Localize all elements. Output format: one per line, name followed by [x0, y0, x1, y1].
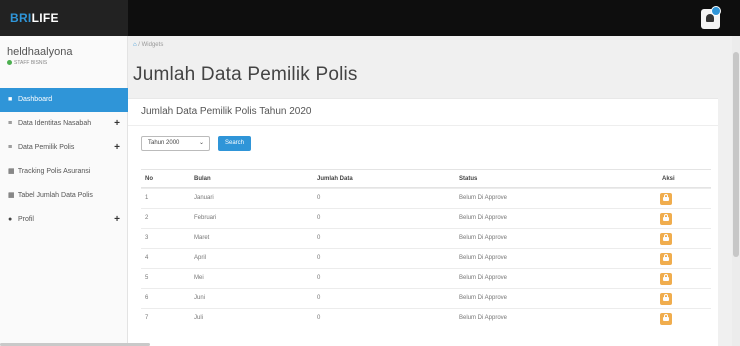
- approve-lock-button[interactable]: [660, 313, 672, 325]
- cell-status: Belum Di Approve: [459, 255, 508, 261]
- header-bulan: Bulan: [194, 176, 211, 182]
- sidebar-item-label: Dashboard: [17, 96, 53, 103]
- brand-logo[interactable]: BRILIFE: [10, 11, 59, 25]
- search-button[interactable]: Search: [218, 136, 251, 151]
- sidebar-item-label: Profil: [17, 216, 34, 223]
- home-icon[interactable]: ⌂: [133, 42, 137, 48]
- approve-lock-button[interactable]: [660, 233, 672, 245]
- sidebar-item-label: Tracking Polis Asuransi: [17, 168, 91, 175]
- cell-status: Belum Di Approve: [459, 215, 508, 221]
- table-row: 7 Juli 0 Belum Di Approve: [141, 308, 711, 328]
- cell-no: 5: [145, 275, 149, 281]
- cell-bulan: Juli: [194, 315, 204, 321]
- sidebar-item-data-identitas-nasabah[interactable]: ≡ Data Identitas Nasabah +: [0, 112, 128, 136]
- cell-bulan: April: [194, 255, 207, 261]
- table-row: 3 Maret 0 Belum Di Approve: [141, 228, 711, 248]
- lock-icon: [663, 194, 669, 201]
- dashboard-icon: ■: [8, 96, 13, 103]
- sidebar-item-profil[interactable]: ● Profil +: [0, 208, 128, 232]
- cell-status: Belum Di Approve: [459, 275, 508, 281]
- top-navbar: BRILIFE: [0, 0, 740, 36]
- cell-no: 7: [145, 315, 149, 321]
- user-role: STAFF BISNIS: [7, 60, 47, 66]
- calendar-icon: ▦: [8, 168, 15, 175]
- sidebar-item-label: Tabel Jumlah Data Polis: [17, 192, 93, 199]
- chevron-down-icon: ⌄: [198, 140, 204, 146]
- table-header-row: No Bulan Jumlah Data Status Aksi: [141, 169, 711, 188]
- cell-bulan: Mei: [194, 275, 204, 281]
- header-aksi: Aksi: [662, 176, 675, 182]
- cell-bulan: Maret: [194, 235, 210, 241]
- user-role-label: STAFF BISNIS: [14, 60, 48, 66]
- approve-lock-button[interactable]: [660, 193, 672, 205]
- cell-jumlah: 0: [317, 275, 321, 281]
- approve-lock-button[interactable]: [660, 293, 672, 305]
- table-row: 2 Februari 0 Belum Di Approve: [141, 208, 711, 228]
- cell-jumlah: 0: [317, 195, 321, 201]
- cell-jumlah: 0: [317, 255, 321, 261]
- user-name: heldhaalyona: [7, 46, 73, 58]
- list-icon: ≡: [8, 120, 13, 127]
- lock-icon: [663, 294, 669, 301]
- breadcrumb: ⌂ / Widgets: [133, 42, 164, 48]
- lock-icon: [663, 274, 669, 281]
- panel-divider: [128, 125, 718, 126]
- table-row: 5 Mei 0 Belum Di Approve: [141, 268, 711, 288]
- sidebar-item-label: Data Pemilik Polis: [17, 144, 75, 151]
- expand-plus-icon[interactable]: +: [114, 112, 120, 136]
- sidebar-item-tabel-jumlah[interactable]: ▦ Tabel Jumlah Data Polis: [0, 184, 128, 208]
- sidebar-item-label: Data Identitas Nasabah: [17, 120, 92, 127]
- vertical-scrollbar-thumb[interactable]: [733, 52, 739, 257]
- brand-prefix: BRI: [10, 11, 32, 25]
- cell-no: 3: [145, 235, 149, 241]
- cell-bulan: Januari: [194, 195, 214, 201]
- online-status-icon: [7, 60, 12, 66]
- approve-lock-button[interactable]: [660, 213, 672, 225]
- lock-icon: [663, 254, 669, 261]
- lock-icon: [663, 214, 669, 221]
- lock-icon: [663, 314, 669, 321]
- cell-jumlah: 0: [317, 215, 321, 221]
- year-select[interactable]: Tahun 2000 ⌄: [141, 136, 210, 151]
- user-icon: ●: [8, 216, 13, 223]
- header-no: No: [145, 176, 153, 182]
- cell-no: 1: [145, 195, 149, 201]
- cell-no: 2: [145, 215, 149, 221]
- cell-bulan: Juni: [194, 295, 206, 301]
- notification-dot: [711, 6, 721, 16]
- list-icon: ≡: [8, 144, 13, 151]
- cell-status: Belum Di Approve: [459, 315, 508, 321]
- calendar-icon: ▦: [8, 192, 15, 199]
- year-select-value: Tahun 2000: [148, 140, 180, 146]
- panel-title: Jumlah Data Pemilik Polis Tahun 2020: [141, 106, 312, 117]
- cell-jumlah: 0: [317, 315, 321, 321]
- expand-plus-icon[interactable]: +: [114, 136, 120, 160]
- cell-jumlah: 0: [317, 235, 321, 241]
- sidebar-item-data-pemilik-polis[interactable]: ≡ Data Pemilik Polis +: [0, 136, 128, 160]
- header-jumlah-data: Jumlah Data: [317, 176, 353, 182]
- cell-status: Belum Di Approve: [459, 195, 508, 201]
- cell-no: 6: [145, 295, 149, 301]
- approve-lock-button[interactable]: [660, 253, 672, 265]
- approve-lock-button[interactable]: [660, 273, 672, 285]
- table-row: 1 Januari 0 Belum Di Approve: [141, 188, 711, 208]
- table-row: 4 April 0 Belum Di Approve: [141, 248, 711, 268]
- brand-suffix: LIFE: [31, 11, 59, 25]
- table-row: 6 Juni 0 Belum Di Approve: [141, 288, 711, 308]
- sidebar-item-dashboard[interactable]: ■ Dashboard: [0, 88, 128, 112]
- cell-status: Belum Di Approve: [459, 295, 508, 301]
- breadcrumb-current: Widgets: [141, 42, 164, 48]
- cell-bulan: Februari: [194, 215, 217, 221]
- lock-icon: [663, 234, 669, 241]
- header-status: Status: [459, 176, 478, 182]
- cell-jumlah: 0: [317, 295, 321, 301]
- page-title: Jumlah Data Pemilik Polis: [133, 64, 358, 85]
- notification-bell-icon[interactable]: [701, 6, 721, 29]
- sidebar: heldhaalyona STAFF BISNIS ■ Dashboard ≡ …: [0, 36, 128, 346]
- expand-plus-icon[interactable]: +: [114, 208, 120, 232]
- cell-status: Belum Di Approve: [459, 235, 508, 241]
- sidebar-item-tracking-polis[interactable]: ▦ Tracking Polis Asuransi: [0, 160, 128, 184]
- cell-no: 4: [145, 255, 149, 261]
- content-panel: Jumlah Data Pemilik Polis Tahun 2020 Tah…: [128, 98, 718, 346]
